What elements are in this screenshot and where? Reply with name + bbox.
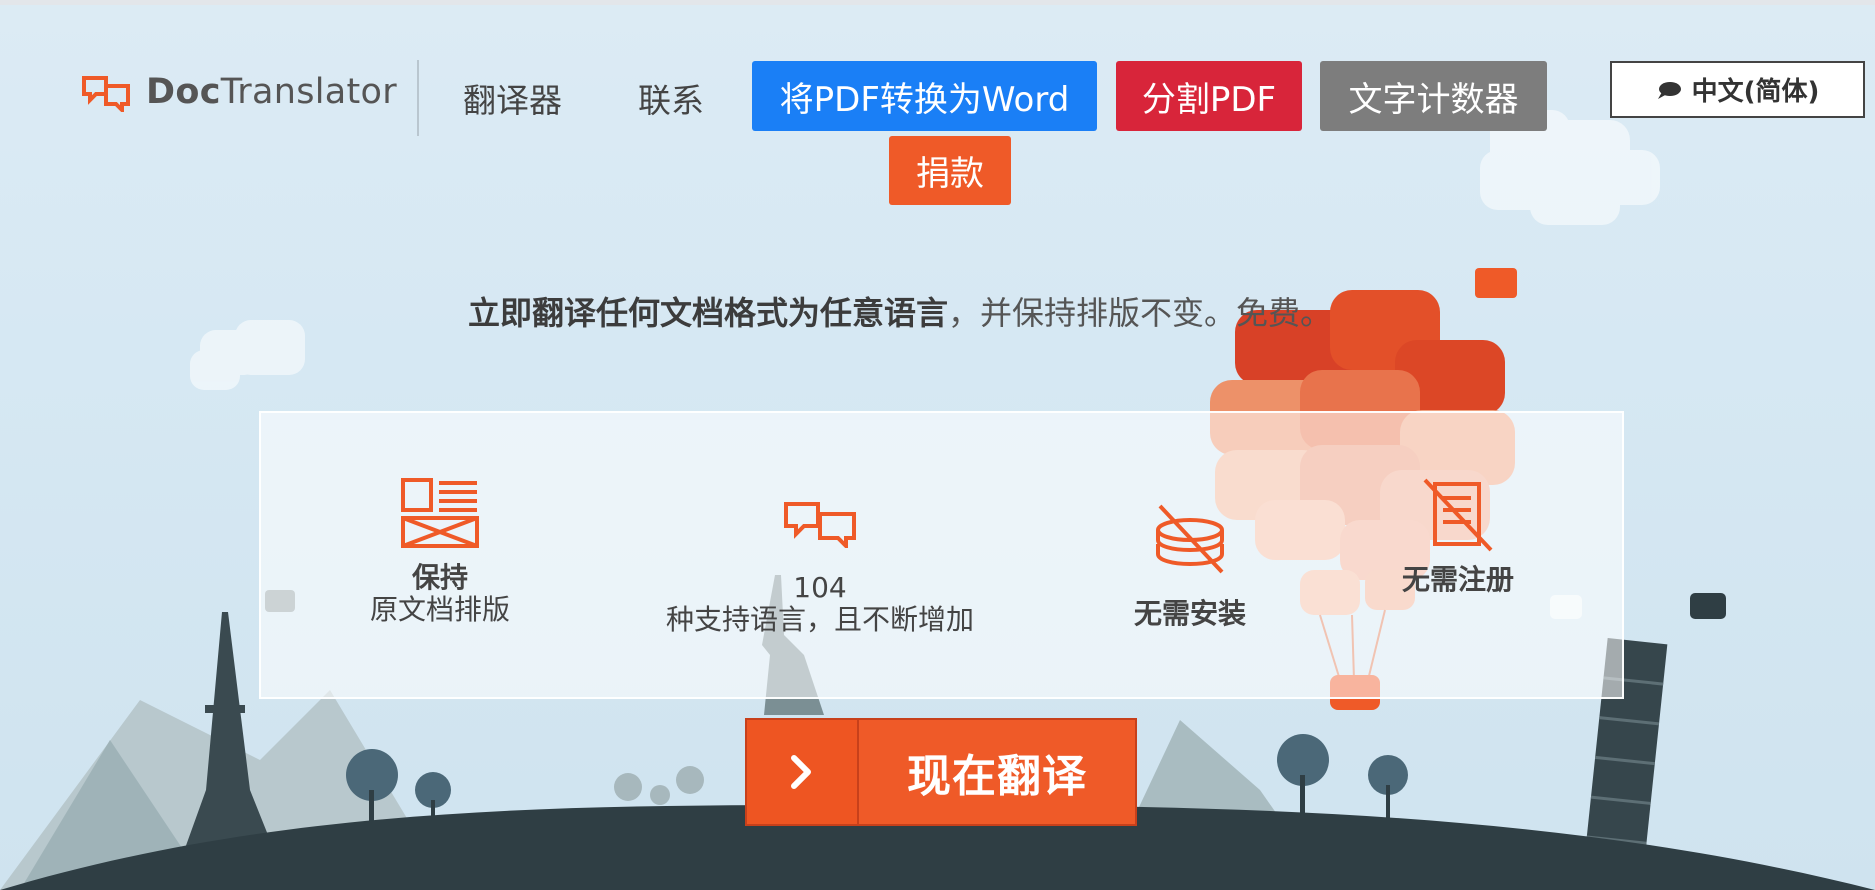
layout-icon: [401, 478, 479, 548]
language-label: 中文(简体): [1691, 77, 1820, 107]
word-counter-button[interactable]: 文字计数器: [1320, 61, 1547, 131]
translate-bubbles-icon: [784, 502, 856, 548]
tagline-bold: 立即翻译任何文档格式为任意语言: [468, 294, 949, 332]
logo-bold: Doc: [146, 72, 221, 112]
translate-now-button[interactable]: 现在翻译: [745, 718, 1137, 826]
pdf-to-word-button[interactable]: 将PDF转换为Word: [752, 61, 1097, 131]
feature-no-registration: 无需注册: [1398, 478, 1518, 596]
feature-layout: 保持 原文档排版: [350, 478, 530, 626]
feature-languages-subtitle: 种支持语言，且不断增加: [665, 603, 974, 636]
no-registration-icon: [1423, 478, 1493, 552]
feature-layout-title: 保持: [411, 561, 468, 594]
no-install-icon: [1156, 504, 1224, 574]
feature-languages: 104 种支持语言，且不断增加: [655, 498, 985, 636]
logo[interactable]: DocTranslator: [80, 72, 397, 112]
language-selector[interactable]: 中文(简体): [1610, 61, 1865, 118]
feature-no-install: 无需安装: [1120, 502, 1260, 630]
logo-rest: Translator: [220, 72, 397, 112]
split-pdf-button[interactable]: 分割PDF: [1116, 61, 1302, 131]
cta-arrow: [747, 720, 859, 824]
speech-bubble-icon: [1657, 81, 1681, 99]
nav-translator[interactable]: 翻译器: [463, 74, 562, 122]
feature-layout-subtitle: 原文档排版: [369, 593, 510, 626]
feature-no-registration-title: 无需注册: [1401, 563, 1514, 596]
translate-now-label: 现在翻译: [907, 751, 1087, 802]
feature-no-install-title: 无需安装: [1133, 597, 1246, 630]
header-divider: [417, 60, 419, 136]
tagline: 立即翻译任何文档格式为任意语言，并保持排版不变。免费。: [468, 288, 1332, 334]
chevron-right-icon: [791, 755, 811, 789]
feature-languages-count: 104: [793, 571, 847, 604]
doctranslator-logo-icon: [82, 76, 130, 112]
donate-button[interactable]: 捐款: [889, 136, 1011, 205]
tagline-rest: ，并保持排版不变。免费。: [948, 294, 1333, 332]
nav-contact[interactable]: 联系: [638, 74, 704, 122]
